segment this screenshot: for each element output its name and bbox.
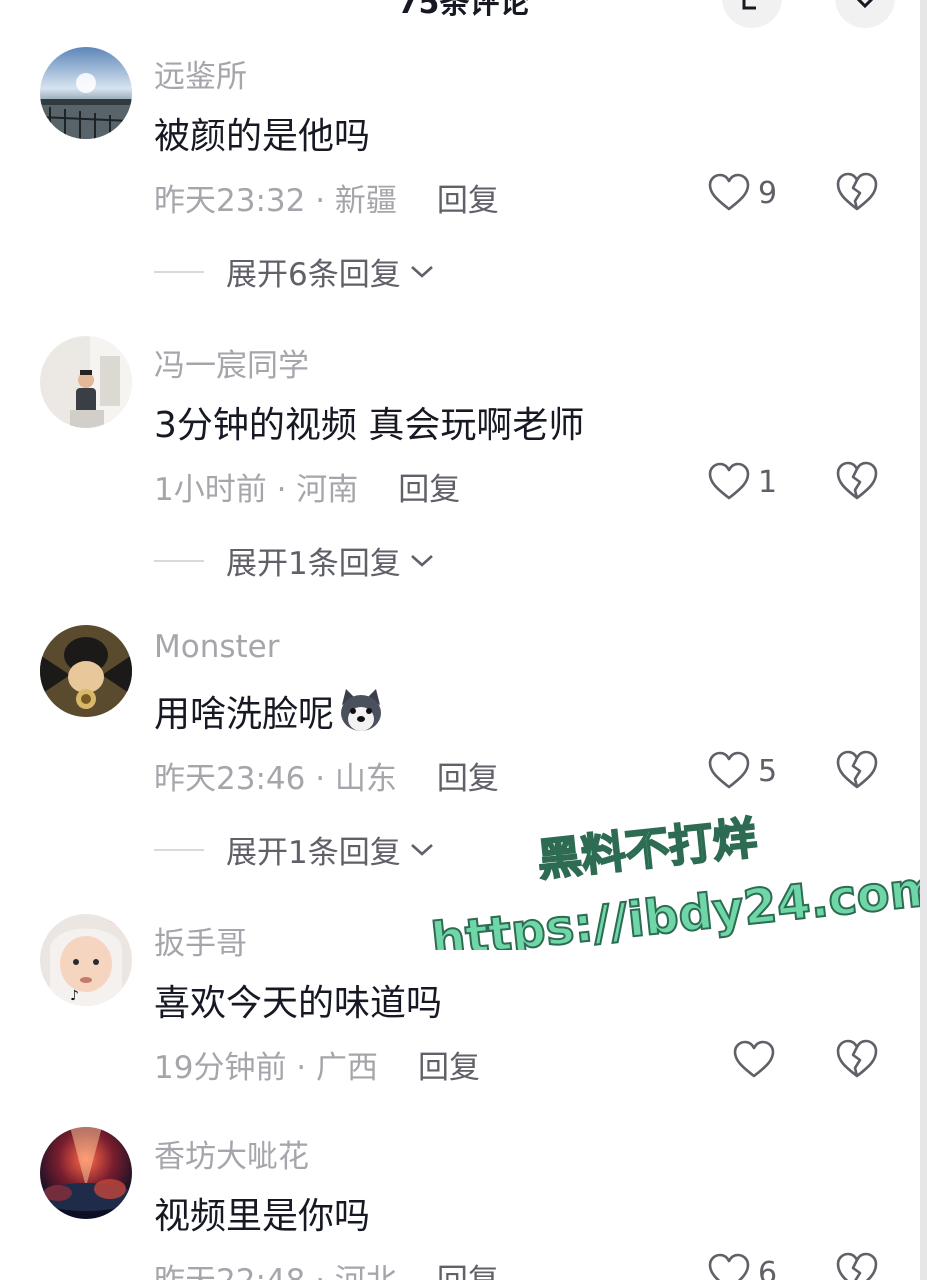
- expand-replies-button[interactable]: 展开1条回复: [154, 827, 435, 872]
- heart-icon: [708, 462, 750, 500]
- expand-replies-label: 展开6条回复: [226, 257, 401, 293]
- divider-line: [154, 848, 204, 851]
- expand-replies-button[interactable]: 展开1条回复: [154, 538, 435, 583]
- comment-time-location: 19分钟前 · 广西: [154, 1050, 379, 1086]
- comment-text-body: 用啥洗脸呢: [154, 694, 335, 735]
- expand-replies-button[interactable]: 展开6条回复: [154, 249, 435, 294]
- watermark-overlay: 黑料不打烊 https://ibdy24.com: [428, 812, 920, 950]
- dislike-button[interactable]: [835, 171, 879, 215]
- like-count: 5: [758, 753, 778, 789]
- avatar[interactable]: [40, 336, 132, 428]
- dislike-button[interactable]: [835, 460, 879, 504]
- broken-heart-icon: [836, 461, 878, 500]
- broken-heart-icon: [836, 750, 878, 789]
- like-button[interactable]: 1: [708, 460, 777, 504]
- avatar-person-image: [40, 336, 132, 428]
- chevron-down-icon: [410, 265, 433, 278]
- avatar[interactable]: [40, 1127, 132, 1219]
- dislike-button[interactable]: [835, 1038, 879, 1082]
- reply-button[interactable]: 回复: [437, 1255, 499, 1280]
- avatar-space-image: [40, 1127, 132, 1219]
- broken-heart-icon: [836, 172, 878, 211]
- svg-text:♪: ♪: [70, 988, 79, 1004]
- comment-panel: 75条评论 远鉴所 被颜的是他吗 昨天23:32 · 新疆 回复 9 展开6条回…: [0, 0, 927, 1280]
- comment-text: 视频里是你吗: [154, 1196, 371, 1237]
- comment-username[interactable]: 香坊大呲花: [154, 1131, 309, 1176]
- dislike-button[interactable]: [835, 1251, 879, 1280]
- expand-icon: [742, 0, 756, 10]
- comment-time-location: 昨天23:46 · 山东: [154, 761, 397, 797]
- comment-meta: 昨天23:46 · 山东 回复: [154, 753, 499, 798]
- like-count: 1: [758, 464, 778, 500]
- broken-heart-icon: [836, 1252, 878, 1280]
- comment-time-location: 1小时前 · 河南: [154, 472, 359, 508]
- comment-time-location: 昨天22:48 · 河北: [154, 1255, 397, 1280]
- comment-meta: 19分钟前 · 广西 回复: [154, 1042, 480, 1087]
- close-button[interactable]: [835, 0, 895, 28]
- husky-emoji-icon: [341, 689, 382, 731]
- like-button[interactable]: [733, 1038, 783, 1082]
- broken-heart-icon: [836, 1039, 878, 1078]
- reply-button[interactable]: 回复: [398, 464, 460, 509]
- comment-count-title: 75条评论: [397, 0, 530, 21]
- chevron-down-icon: [410, 554, 433, 567]
- like-count: 9: [758, 175, 778, 211]
- like-button[interactable]: 6: [708, 1251, 777, 1280]
- heart-icon: [708, 173, 750, 211]
- like-button[interactable]: 5: [708, 749, 777, 793]
- comment-username[interactable]: Monster: [154, 629, 279, 665]
- avatar-lake-image: [40, 47, 132, 139]
- comment-username[interactable]: 冯一宸同学: [154, 340, 309, 385]
- comment-meta: 1小时前 · 河南 回复: [154, 464, 460, 509]
- dislike-button[interactable]: [835, 749, 879, 793]
- watermark-line1: 黑料不打烊: [535, 813, 759, 887]
- comment-meta: 昨天22:48 · 河北 回复: [154, 1255, 499, 1280]
- divider-line: [154, 270, 204, 273]
- chevron-down-icon: [410, 843, 433, 856]
- comment-time-location: 昨天23:32 · 新疆: [154, 183, 397, 219]
- avatar[interactable]: ♪: [40, 914, 132, 1006]
- comment-text: 被颜的是他吗: [154, 116, 371, 157]
- comment-meta: 昨天23:32 · 新疆 回复: [154, 175, 499, 220]
- scrollbar-track: [920, 0, 927, 1280]
- heart-icon: [708, 751, 750, 789]
- close-icon: [856, 0, 874, 9]
- avatar[interactable]: [40, 47, 132, 139]
- comment-text: 3分钟的视频 真会玩啊老师: [154, 405, 585, 446]
- like-button[interactable]: 9: [708, 171, 777, 215]
- reply-button[interactable]: 回复: [437, 175, 499, 220]
- comment-text: 喜欢今天的味道吗: [154, 983, 443, 1024]
- expand-replies-label: 展开1条回复: [226, 546, 401, 582]
- comment-username[interactable]: 远鉴所: [154, 51, 247, 96]
- divider-line: [154, 559, 204, 562]
- watermark-line2: https://ibdy24.com: [429, 860, 920, 950]
- heart-icon: [733, 1040, 775, 1078]
- avatar-monster-image: [40, 625, 132, 717]
- comment-username[interactable]: 扳手哥: [154, 918, 247, 963]
- reply-button[interactable]: 回复: [437, 753, 499, 798]
- avatar-baby-image: ♪: [40, 914, 132, 1006]
- avatar[interactable]: [40, 625, 132, 717]
- like-count: 6: [758, 1255, 778, 1280]
- comment-text: 用啥洗脸呢: [154, 685, 386, 737]
- reply-button[interactable]: 回复: [418, 1042, 480, 1087]
- expand-panel-button[interactable]: [722, 0, 782, 28]
- heart-icon: [708, 1253, 750, 1280]
- expand-replies-label: 展开1条回复: [226, 835, 401, 871]
